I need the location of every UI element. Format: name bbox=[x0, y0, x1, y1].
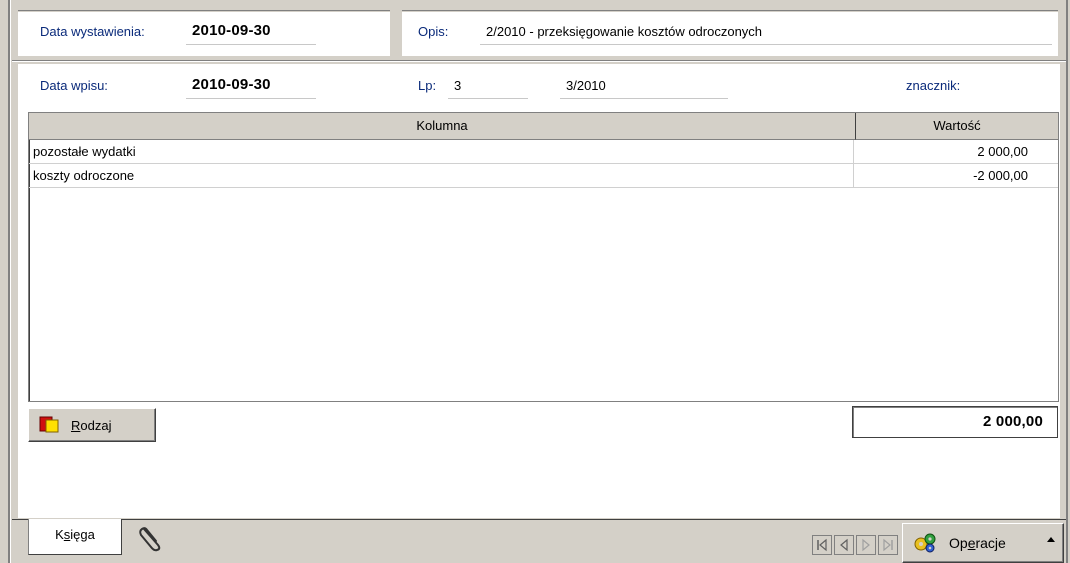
issue-date-field[interactable]: 2010-09-30 bbox=[186, 20, 316, 45]
cell-kolumna: koszty odroczone bbox=[29, 164, 854, 187]
left-border-light bbox=[10, 0, 11, 563]
tab-ksiega[interactable]: Księga bbox=[28, 519, 122, 555]
rodzaj-button-label: Rodzaj bbox=[71, 418, 111, 433]
description-value: 2/2010 - przeksięgowanie kosztów odroczo… bbox=[486, 24, 762, 39]
column-header-kolumna[interactable]: Kolumna bbox=[29, 113, 856, 140]
entries-table: Kolumna Wartość pozostałe wydatki 2 000,… bbox=[28, 112, 1059, 402]
nav-next-button[interactable] bbox=[856, 535, 876, 555]
table-row[interactable]: pozostałe wydatki 2 000,00 bbox=[29, 140, 1058, 164]
header-top-line-right bbox=[402, 10, 1058, 11]
right-border bbox=[1066, 0, 1068, 563]
entry-date-label: Data wpisu: bbox=[40, 78, 108, 93]
nav-prev-button[interactable] bbox=[834, 535, 854, 555]
total-value: 2 000,00 bbox=[983, 413, 1043, 430]
description-label: Opis: bbox=[418, 24, 448, 39]
cell-wartosc: 2 000,00 bbox=[854, 140, 1058, 163]
cell-wartosc: -2 000,00 bbox=[854, 164, 1058, 187]
cell-kolumna: pozostałe wydatki bbox=[29, 140, 854, 163]
tab-ksiega-label: Księga bbox=[55, 527, 95, 542]
doc-number-field[interactable]: 3/2010 bbox=[560, 74, 728, 99]
marker-label: znacznik: bbox=[906, 78, 960, 93]
tab-attachments[interactable] bbox=[126, 522, 176, 556]
doc-number-value: 3/2010 bbox=[566, 78, 606, 93]
nav-last-button[interactable] bbox=[878, 535, 898, 555]
description-field[interactable]: 2/2010 - przeksięgowanie kosztów odroczo… bbox=[480, 20, 1052, 45]
gears-icon bbox=[913, 532, 937, 554]
operacje-label: Operacje bbox=[949, 535, 1006, 551]
nav-prev-icon bbox=[837, 538, 851, 552]
bottom-strip-line bbox=[12, 519, 1066, 520]
lp-value: 3 bbox=[454, 78, 461, 93]
section-separator-light bbox=[12, 61, 1066, 62]
issue-date-label: Data wystawienia: bbox=[40, 24, 145, 39]
table-header: Kolumna Wartość bbox=[29, 113, 1058, 140]
nav-next-icon bbox=[859, 538, 873, 552]
header-top-line-left bbox=[18, 10, 390, 11]
column-header-wartosc[interactable]: Wartość bbox=[856, 113, 1058, 140]
table-row[interactable]: koszty odroczone -2 000,00 bbox=[29, 164, 1058, 188]
nav-first-icon bbox=[815, 538, 829, 552]
entry-date-value: 2010-09-30 bbox=[192, 76, 271, 93]
rodzaj-icon bbox=[39, 416, 61, 434]
entry-date-field[interactable]: 2010-09-30 bbox=[186, 74, 316, 99]
lp-label: Lp: bbox=[418, 78, 436, 93]
total-value-box: 2 000,00 bbox=[852, 406, 1058, 438]
nav-last-icon bbox=[881, 538, 895, 552]
rodzaj-button[interactable]: Rodzaj bbox=[28, 408, 156, 442]
lp-field[interactable]: 3 bbox=[448, 74, 528, 99]
operacje-button[interactable]: Operacje bbox=[902, 523, 1064, 563]
issue-date-value: 2010-09-30 bbox=[192, 22, 271, 39]
nav-first-button[interactable] bbox=[812, 535, 832, 555]
paperclip-icon bbox=[136, 523, 166, 556]
caret-up-icon bbox=[1047, 530, 1055, 545]
